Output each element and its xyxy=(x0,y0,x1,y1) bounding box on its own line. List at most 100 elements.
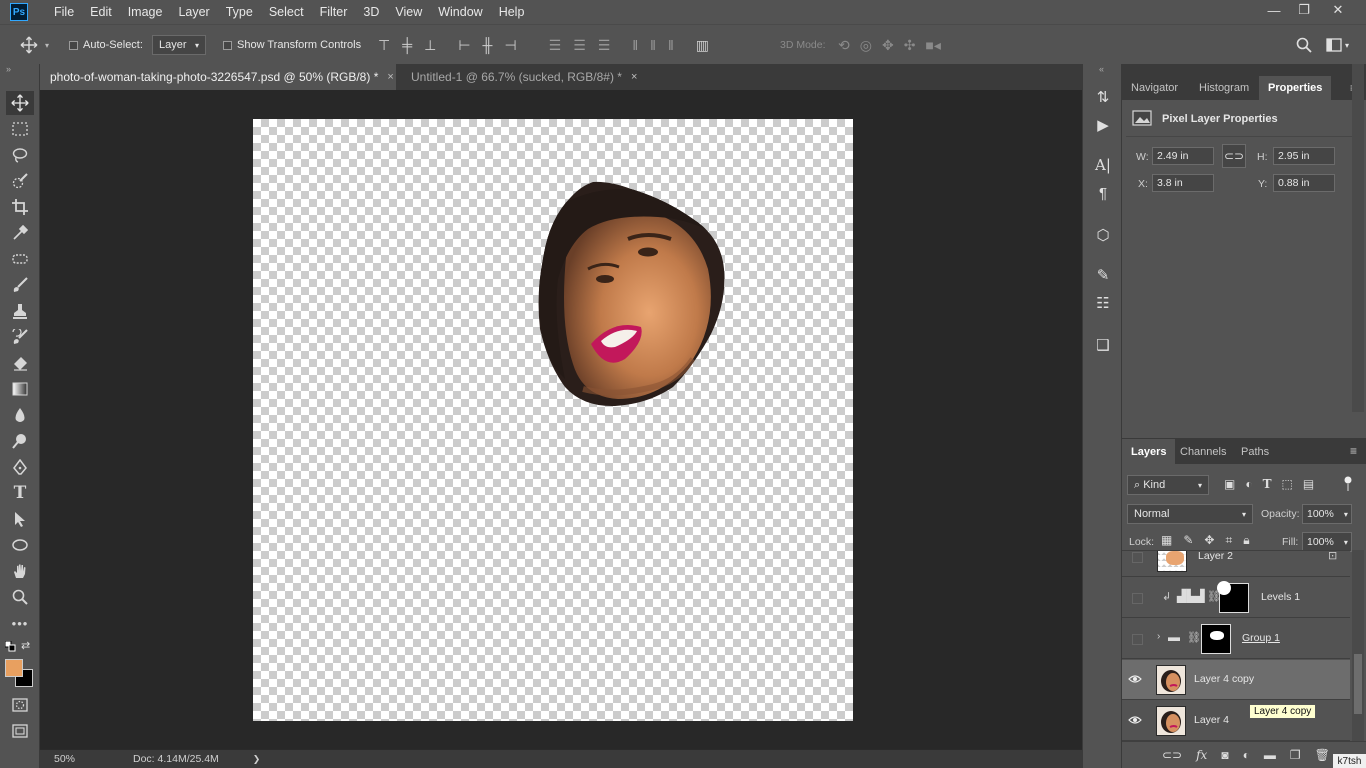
align-bottom-icon[interactable]: ⊥ xyxy=(424,38,436,52)
restore-button[interactable]: ❐ xyxy=(1287,0,1321,20)
lock-artboard-icon[interactable]: ⌗ xyxy=(1225,533,1232,548)
lock-pixels-icon[interactable]: ✎ xyxy=(1183,533,1193,548)
search-button[interactable] xyxy=(1296,25,1312,65)
scrollbar-thumb[interactable] xyxy=(1354,654,1362,714)
workspace-switcher[interactable]: ▾ xyxy=(1326,25,1349,65)
tab-layers[interactable]: Layers xyxy=(1122,439,1176,464)
new-group-icon[interactable]: ▬ xyxy=(1264,748,1276,762)
quick-selection-tool[interactable] xyxy=(6,169,34,193)
visibility-eye-icon[interactable] xyxy=(1128,674,1142,686)
align-right-icon[interactable]: ⊣ xyxy=(504,38,516,52)
filter-toggle[interactable] xyxy=(1344,476,1352,492)
visibility-eye-icon[interactable] xyxy=(1128,715,1142,727)
quick-mask-button[interactable] xyxy=(6,693,34,717)
crop-tool[interactable] xyxy=(6,195,34,219)
menu-help[interactable]: Help xyxy=(491,0,533,24)
auto-align-icon[interactable]: ▥ xyxy=(696,38,709,52)
foreground-color-swatch[interactable] xyxy=(5,659,23,677)
tab-navigator[interactable]: Navigator xyxy=(1122,76,1187,100)
menu-window[interactable]: Window xyxy=(430,0,490,24)
camera-3d-icon[interactable]: ■◂ xyxy=(925,38,940,52)
align-hcenter-icon[interactable]: ╫ xyxy=(483,38,493,52)
y-field[interactable]: 0.88 in xyxy=(1273,174,1335,192)
auto-select-checkbox[interactable]: Auto-Select: xyxy=(69,25,143,65)
actions-panel-button[interactable]: ▶ xyxy=(1091,114,1115,136)
menu-layer[interactable]: Layer xyxy=(170,0,217,24)
roll-3d-icon[interactable]: ◎ xyxy=(860,38,872,52)
show-transform-checkbox[interactable]: Show Transform Controls xyxy=(223,25,361,65)
lock-transparency-icon[interactable]: ▦ xyxy=(1161,533,1172,548)
character-panel-button[interactable]: A| xyxy=(1091,154,1115,176)
brush-tool[interactable] xyxy=(6,273,34,297)
eraser-tool[interactable] xyxy=(6,351,34,375)
zoom-level[interactable]: 50% xyxy=(54,753,114,765)
pen-tool[interactable] xyxy=(6,455,34,479)
link-layers-icon[interactable]: ⊂⊃ xyxy=(1162,748,1182,762)
add-mask-icon[interactable]: ◙ xyxy=(1221,748,1228,762)
lock-all-icon[interactable]: 🔒︎ xyxy=(1243,533,1249,548)
checkbox-box[interactable] xyxy=(223,40,232,50)
checkbox-box[interactable] xyxy=(69,40,78,50)
width-field[interactable]: 2.49 in xyxy=(1152,147,1214,165)
layer-row-layer-2[interactable]: Layer 2 ⊡ xyxy=(1122,551,1350,577)
link-dimensions-button[interactable]: ⊂⊃ xyxy=(1222,144,1246,168)
zoom-tool[interactable] xyxy=(6,585,34,609)
history-brush-tool[interactable] xyxy=(6,325,34,349)
properties-scrollbar[interactable] xyxy=(1352,64,1364,412)
x-field[interactable]: 3.8 in xyxy=(1152,174,1214,192)
orbit-3d-icon[interactable]: ⟲ xyxy=(838,38,850,52)
layer-row-layer-4-copy[interactable]: Layer 4 copy xyxy=(1122,660,1350,700)
distribute-left-icon[interactable]: ‖ xyxy=(632,38,638,52)
filter-kind-dropdown[interactable]: ⌕ Kind ▾ xyxy=(1127,475,1209,495)
close-icon[interactable]: × xyxy=(387,71,393,83)
brush-settings-button[interactable]: ✎ xyxy=(1091,264,1115,286)
path-selection-tool[interactable] xyxy=(6,507,34,531)
tab-paths[interactable]: Paths xyxy=(1232,439,1278,464)
drag-3d-icon[interactable]: ✥ xyxy=(882,38,894,52)
marquee-tool[interactable] xyxy=(6,117,34,141)
align-top-icon[interactable]: ⊤ xyxy=(378,38,390,52)
collapse-icon[interactable]: « xyxy=(1099,64,1104,74)
minimize-button[interactable]: — xyxy=(1257,0,1291,20)
menu-type[interactable]: Type xyxy=(218,0,261,24)
document-canvas[interactable] xyxy=(253,119,853,721)
layer-name[interactable]: Levels 1 xyxy=(1261,591,1300,603)
tab-document-1[interactable]: photo-of-woman-taking-photo-3226547.psd … xyxy=(40,64,396,90)
close-icon[interactable]: × xyxy=(631,71,637,83)
screen-mode-button[interactable] xyxy=(6,719,34,743)
adjustments-button[interactable]: ☷ xyxy=(1091,292,1115,314)
libraries-button[interactable]: ❑ xyxy=(1091,334,1115,356)
menu-3d[interactable]: 3D xyxy=(355,0,387,24)
blur-tool[interactable] xyxy=(6,403,34,427)
layer-mask-thumbnail[interactable] xyxy=(1217,581,1249,613)
move-tool[interactable] xyxy=(6,91,34,115)
layer-name[interactable]: Layer 4 xyxy=(1194,714,1229,726)
chevron-right-icon[interactable]: › xyxy=(1157,631,1160,642)
align-vcenter-icon[interactable]: ╪ xyxy=(402,38,412,52)
3d-panel-button[interactable]: ⬡ xyxy=(1091,224,1115,246)
photoshop-logo[interactable]: Ps xyxy=(10,3,28,21)
layer-name[interactable]: Group 1 xyxy=(1242,632,1280,644)
new-layer-icon[interactable]: ❐ xyxy=(1290,748,1301,762)
lasso-tool[interactable] xyxy=(6,143,34,167)
move-tool-preset[interactable]: ▾ xyxy=(18,25,49,65)
dodge-tool[interactable] xyxy=(6,429,34,453)
tab-properties[interactable]: Properties xyxy=(1259,76,1332,100)
default-colors-icon[interactable] xyxy=(4,640,16,655)
ellipse-tool[interactable] xyxy=(6,533,34,557)
visibility-toggle[interactable] xyxy=(1132,552,1143,563)
opacity-field[interactable]: 100% ▾ xyxy=(1302,504,1352,524)
healing-brush-tool[interactable] xyxy=(6,247,34,271)
menu-edit[interactable]: Edit xyxy=(82,0,120,24)
trash-icon[interactable]: 🗑︎ xyxy=(1315,748,1330,762)
menu-select[interactable]: Select xyxy=(261,0,312,24)
layer-mask-thumbnail[interactable] xyxy=(1201,624,1231,654)
panel-menu-icon[interactable]: ≡ xyxy=(1350,444,1357,458)
filter-type-icon[interactable]: T xyxy=(1263,477,1272,491)
hand-tool[interactable] xyxy=(6,559,34,583)
menu-filter[interactable]: Filter xyxy=(312,0,356,24)
canvas-vertical-scroll[interactable] xyxy=(1064,90,1082,749)
tab-histogram[interactable]: Histogram xyxy=(1190,76,1258,100)
height-field[interactable]: 2.95 in xyxy=(1273,147,1335,165)
distribute-vcenter-icon[interactable]: ☰ xyxy=(573,38,586,52)
